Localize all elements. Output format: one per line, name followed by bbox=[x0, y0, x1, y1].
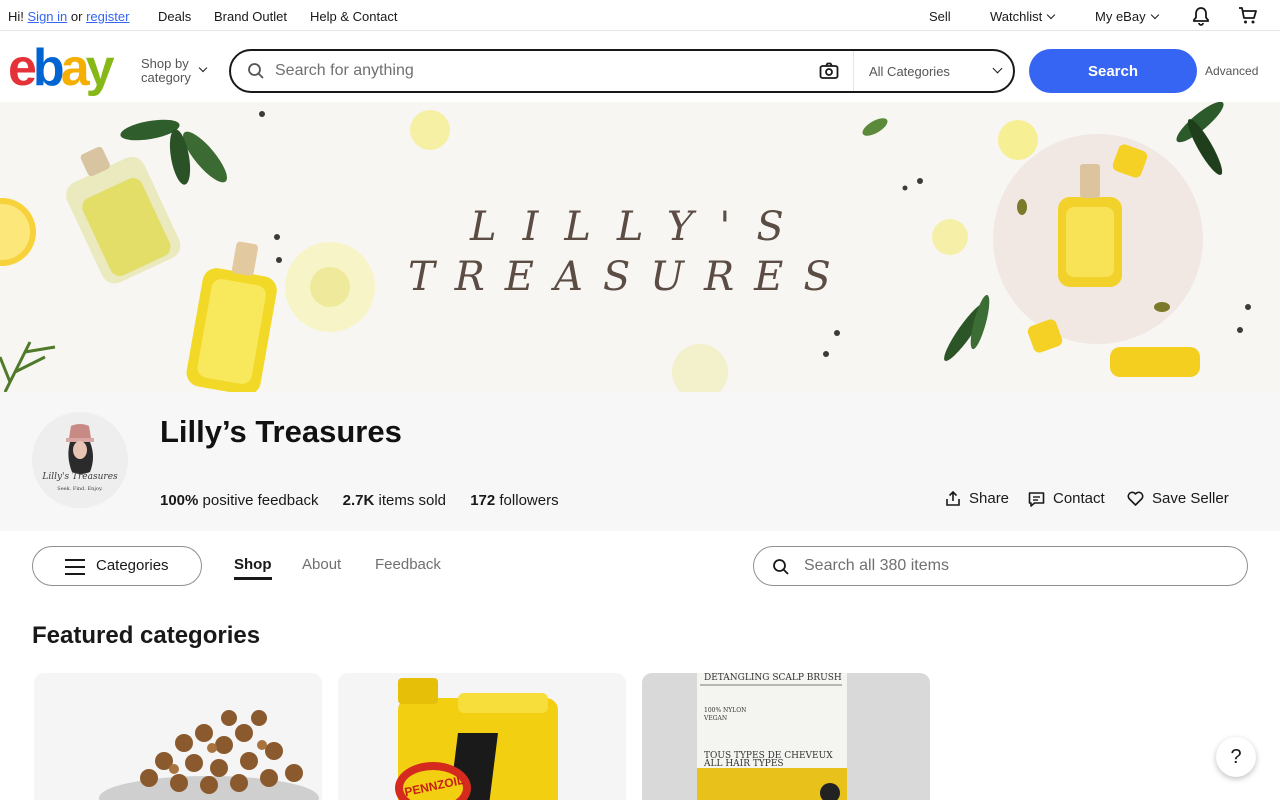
avatar-tagline: Seek. Find. Enjoy. bbox=[57, 486, 103, 492]
or-text: or bbox=[70, 9, 83, 24]
items-sold-stat: 2.7K items sold bbox=[343, 492, 446, 509]
top-utility-bar: Hi! Sign in or register Deals Brand Outl… bbox=[0, 0, 1280, 31]
search-divider bbox=[853, 51, 854, 91]
contact-label: Contact bbox=[1053, 490, 1105, 507]
my-ebay-label: My eBay bbox=[1095, 9, 1146, 24]
tab-shop[interactable]: Shop bbox=[234, 556, 272, 580]
deals-link[interactable]: Deals bbox=[158, 9, 191, 24]
help-button[interactable]: ? bbox=[1216, 737, 1256, 777]
camera-icon[interactable] bbox=[819, 62, 839, 80]
store-avatar: Lilly's Treasures Seek. Find. Enjoy. bbox=[32, 412, 128, 508]
share-label: Share bbox=[969, 490, 1010, 507]
chevron-down-icon bbox=[1047, 10, 1056, 20]
tab-about[interactable]: About bbox=[302, 556, 341, 573]
logo-letter: a bbox=[60, 39, 90, 97]
chevron-down-icon bbox=[992, 63, 1003, 74]
logo-letter: y bbox=[85, 39, 115, 97]
bell-icon[interactable] bbox=[1191, 6, 1211, 26]
store-stats: 100% positive feedback 2.7K items sold 1… bbox=[160, 492, 579, 509]
featured-category-card[interactable]: PENNZOIL bbox=[338, 673, 626, 800]
search-input[interactable] bbox=[275, 59, 795, 83]
package-text-5: ALL HAIR TYPES bbox=[704, 759, 784, 769]
share-button[interactable]: Share bbox=[945, 490, 1009, 507]
my-ebay-menu[interactable]: My eBay bbox=[1095, 9, 1159, 24]
sold-label: items sold bbox=[378, 492, 447, 509]
greeting: Hi! Sign in or register bbox=[8, 9, 129, 24]
woman-with-hat-icon bbox=[66, 424, 94, 474]
logo-letter: e bbox=[8, 39, 37, 97]
store-search-input[interactable] bbox=[804, 555, 1224, 577]
search-icon bbox=[773, 559, 789, 575]
chevron-down-icon bbox=[198, 63, 208, 73]
banner-title-line2: TREASURES bbox=[408, 254, 851, 300]
watchlist-label: Watchlist bbox=[990, 9, 1043, 24]
sign-in-link[interactable]: Sign in bbox=[28, 9, 68, 24]
store-banner: LILLY'S TREASURES bbox=[0, 102, 1280, 392]
hair-brush-package-image bbox=[697, 673, 847, 800]
search-button[interactable]: Search bbox=[1029, 49, 1197, 93]
package-text-1: DETANGLING SCALP BRUSH bbox=[704, 673, 842, 683]
store-search-box bbox=[753, 546, 1248, 586]
store-name: Lilly’s Treasures bbox=[160, 414, 402, 449]
sold-value: 2.7K bbox=[342, 492, 375, 509]
store-info-section: Lilly's Treasures Seek. Find. Enjoy. Lil… bbox=[0, 392, 1280, 531]
search-icon bbox=[248, 63, 264, 79]
cart-icon[interactable] bbox=[1238, 6, 1258, 26]
shop-by-category-button[interactable]: Shop by category bbox=[141, 56, 208, 85]
heart-icon bbox=[1127, 491, 1144, 506]
save-seller-button[interactable]: Save Seller bbox=[1127, 490, 1229, 507]
categories-button[interactable]: Categories bbox=[32, 546, 202, 586]
featured-category-card[interactable] bbox=[34, 673, 322, 800]
followers-stat: 172 followers bbox=[470, 492, 558, 509]
brand-outlet-link[interactable]: Brand Outlet bbox=[214, 9, 287, 24]
logo-letter: b bbox=[32, 39, 65, 97]
featured-categories-heading: Featured categories bbox=[32, 622, 261, 649]
chevron-down-icon bbox=[1150, 10, 1159, 20]
category-select[interactable]: All Categories bbox=[869, 64, 950, 79]
feedback-stat[interactable]: 100% positive feedback bbox=[160, 492, 318, 509]
feedback-label: positive feedback bbox=[202, 492, 319, 509]
banner-title-line1: LILLY'S bbox=[470, 204, 810, 250]
oil-bottle-image bbox=[66, 146, 181, 284]
save-seller-label: Save Seller bbox=[1152, 490, 1229, 507]
contact-button[interactable]: Contact bbox=[1028, 490, 1105, 507]
oil-jug-image bbox=[395, 678, 558, 800]
tab-feedback[interactable]: Feedback bbox=[375, 556, 441, 573]
ebay-logo[interactable]: ebay bbox=[8, 39, 115, 97]
followers-value: 172 bbox=[470, 492, 496, 509]
avatar-label: Lilly's Treasures bbox=[42, 472, 118, 482]
chat-icon bbox=[1028, 491, 1045, 507]
watchlist-menu[interactable]: Watchlist bbox=[990, 9, 1056, 24]
help-contact-link[interactable]: Help & Contact bbox=[310, 9, 397, 24]
categories-label: Categories bbox=[96, 557, 169, 574]
featured-category-card[interactable]: DETANGLING SCALP BRUSH 100% NYLON VEGAN … bbox=[642, 673, 930, 800]
oil-bottle-image bbox=[186, 241, 277, 392]
followers-label: followers bbox=[499, 492, 559, 509]
share-icon bbox=[946, 490, 960, 506]
register-link[interactable]: register bbox=[86, 9, 129, 24]
pet-food-bowl-image bbox=[99, 710, 319, 800]
advanced-search-link[interactable]: Advanced bbox=[1205, 64, 1258, 78]
global-search-box: All Categories bbox=[229, 49, 1015, 93]
shop-by-line2: category bbox=[141, 70, 191, 85]
leaf-image bbox=[0, 341, 56, 392]
feedback-value: 100% bbox=[160, 492, 199, 509]
package-text-3: VEGAN bbox=[704, 715, 728, 722]
hamburger-icon bbox=[65, 559, 85, 575]
greeting-text: Hi! bbox=[8, 9, 24, 24]
shop-by-line1: Shop by bbox=[141, 56, 189, 71]
sell-link[interactable]: Sell bbox=[929, 9, 951, 24]
